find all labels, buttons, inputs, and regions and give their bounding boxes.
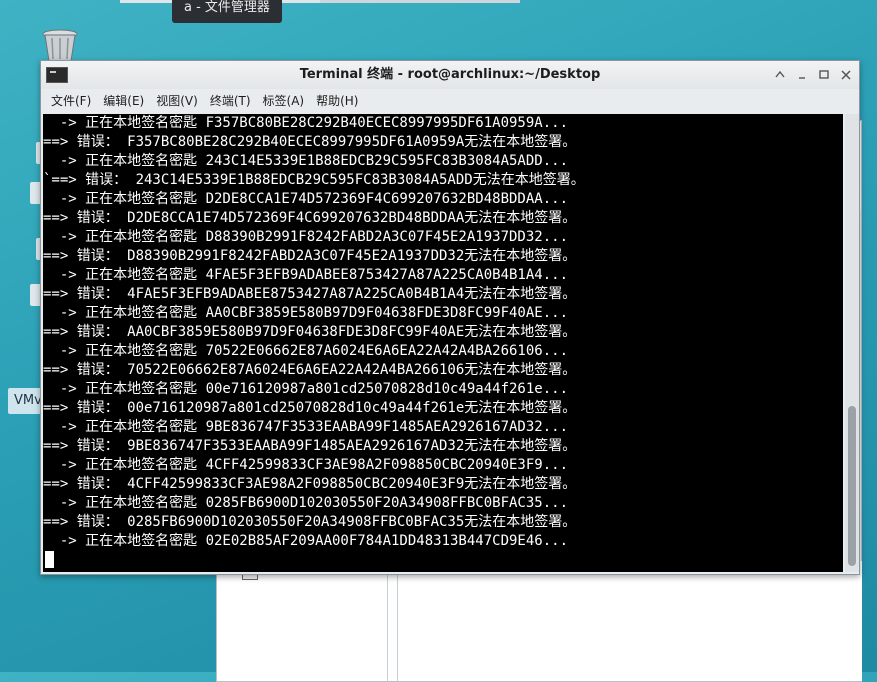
terminal-line: -> 正在本地签名密匙 243C14E5339E1B88EDCB29C595FC… [43, 153, 569, 169]
terminal-line: ==> 错误： 4CFF42599833CF3AE98A2F098850CBC2… [43, 476, 577, 492]
minimize-icon[interactable] [793, 66, 811, 84]
background-window-edge [320, 0, 520, 3]
terminal-line: -> 正在本地签名密匙 AA0CBF3859E580B97D9F04638FDE… [43, 305, 569, 321]
terminal-line: -> 正在本地签名密匙 70522E06662E87A6024E6A6EA22A… [43, 343, 569, 359]
terminal-line: -> 正在本地签名密匙 4CFF42599833CF3AE98A2F098850… [43, 457, 569, 473]
terminal-line: `==> 错误： 243C14E5339E1B88EDCB29C595FC83B… [43, 172, 585, 188]
terminal-line: -> 正在本地签名密匙 D2DE8CCA1E74D572369F4C699207… [43, 191, 569, 207]
scrollbar-thumb[interactable] [848, 406, 856, 566]
terminal-line: -> 正在本地签名密匙 F357BC80BE28C292B40ECEC89979… [43, 115, 569, 131]
title-bar[interactable]: Terminal 终端 - root@archlinux:~/Desktop [41, 61, 859, 89]
menu-view[interactable]: 视图(V) [151, 89, 203, 114]
shade-icon[interactable] [771, 66, 789, 84]
menu-tabs[interactable]: 标签(A) [258, 89, 310, 114]
terminal-scrollbar[interactable] [845, 114, 859, 572]
terminal-line: -> 正在本地签名密匙 02E02B85AF209AA00F784A1DD483… [43, 533, 569, 549]
trash-icon[interactable] [40, 28, 80, 62]
menu-terminal[interactable]: 终端(T) [205, 89, 256, 114]
maximize-icon[interactable] [815, 66, 833, 84]
terminal-line: ==> 错误： D2DE8CCA1E74D572369F4C699207632B… [43, 210, 577, 226]
menu-help[interactable]: 帮助(H) [311, 89, 363, 114]
terminal-cursor [45, 551, 54, 568]
terminal-line: ==> 错误： F357BC80BE28C292B40ECEC8997995DF… [43, 134, 577, 150]
menu-bar: 文件(F) 编辑(E) 视图(V) 终端(T) 标签(A) 帮助(H) [41, 89, 859, 114]
terminal-line: -> 正在本地签名密匙 00e716120987a801cd25070828d1… [43, 381, 569, 397]
window-controls [771, 66, 855, 84]
terminal-line: ==> 错误： 9BE836747F3533EAABA99F1485AEA292… [43, 438, 577, 454]
terminal-line: ==> 错误： D88390B2991F8242FABD2A3C07F45E2A… [43, 248, 577, 264]
terminal-line: -> 正在本地签名密匙 D88390B2991F8242FABD2A3C07F4… [43, 229, 569, 245]
terminal-window[interactable]: Terminal 终端 - root@archlinux:~/Desktop 文… [40, 60, 860, 575]
menu-edit[interactable]: 编辑(E) [98, 89, 149, 114]
terminal-line: ==> 错误： 4FAE5F3EFB9ADABEE8753427A87A225C… [43, 286, 577, 302]
terminal-line: -> 正在本地签名密匙 4FAE5F3EFB9ADABEE8753427A87A… [43, 267, 569, 283]
background-main-pane [397, 561, 862, 681]
terminal-line: -> 正在本地签名密匙 9BE836747F3533EAABA99F1485AE… [43, 419, 569, 435]
terminal-line: -> 正在本地签名密匙 0285FB6900D102030550F20A3490… [43, 495, 569, 511]
terminal-line: ==> 错误： 00e716120987a801cd25070828d10c49… [43, 400, 577, 416]
terminal-output[interactable]: -> 正在本地签名密匙 F357BC80BE28C292B40ECEC89979… [43, 114, 843, 572]
terminal-line: ==> 错误： AA0CBF3859E580B97D9F04638FDE3D8F… [43, 324, 577, 340]
terminal-line: ==> 错误： 70522E06662E87A6024E6A6EA22A42A4… [43, 362, 577, 378]
close-icon[interactable] [837, 66, 855, 84]
menu-file[interactable]: 文件(F) [46, 89, 96, 114]
taskbar-tooltip: a - 文件管理器 [172, 0, 282, 23]
terminal-line: ==> 错误： 0285FB6900D102030550F20A34908FFB… [43, 514, 577, 530]
window-title: Terminal 终端 - root@archlinux:~/Desktop [299, 67, 601, 82]
